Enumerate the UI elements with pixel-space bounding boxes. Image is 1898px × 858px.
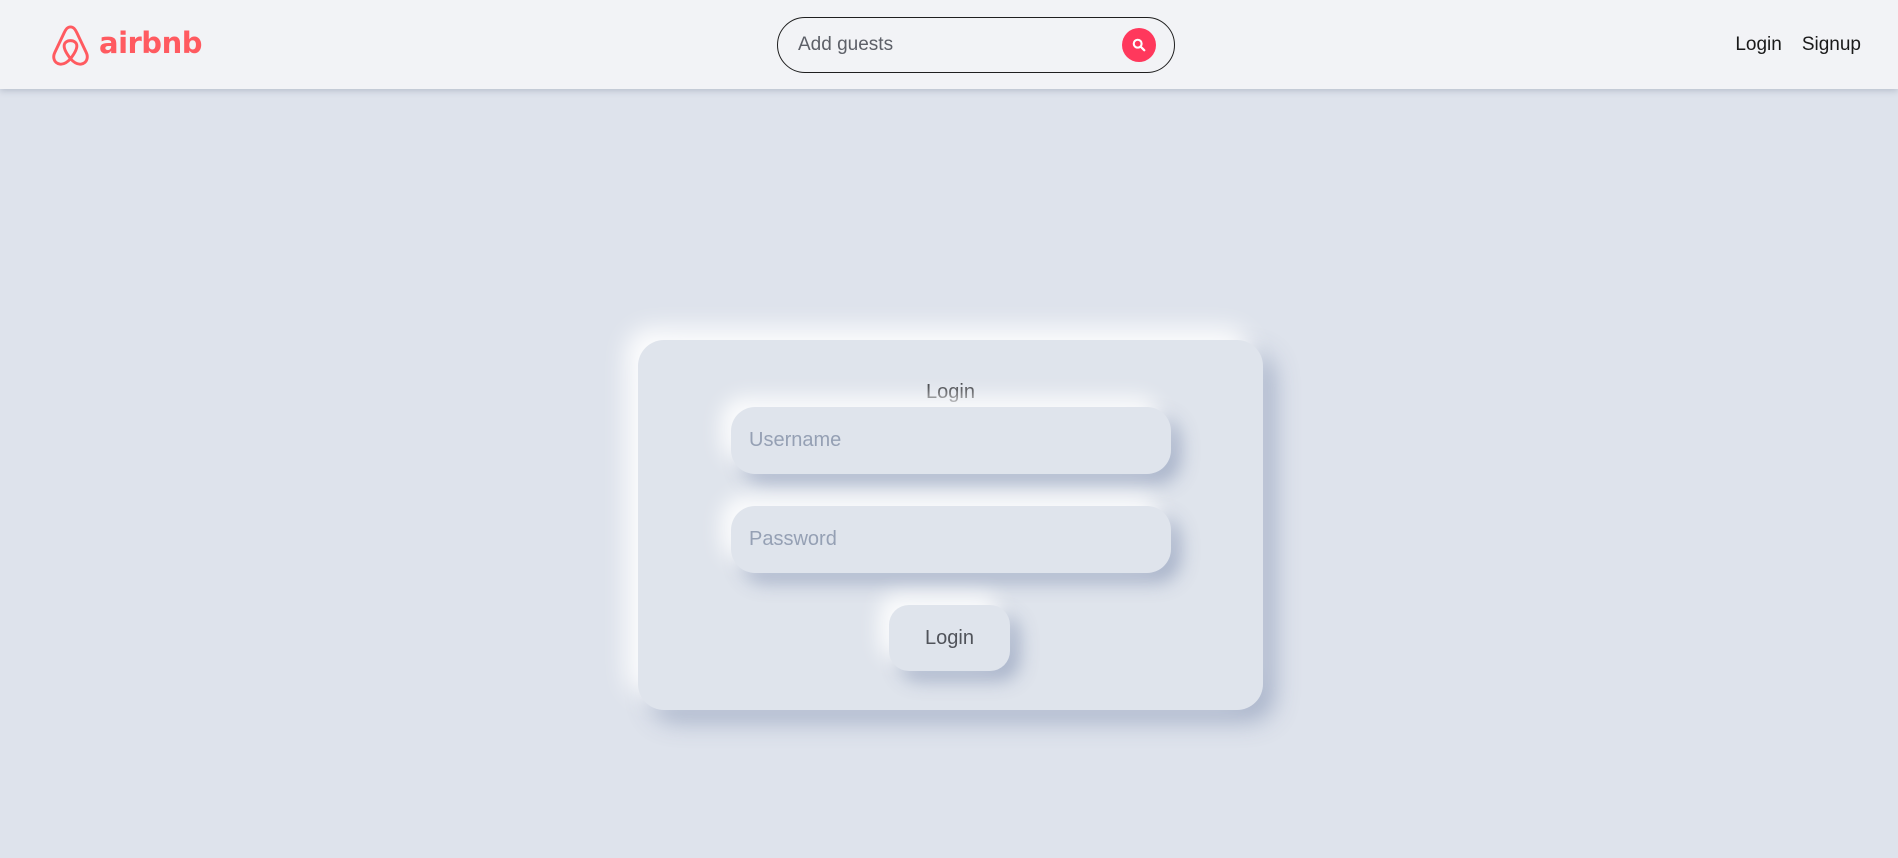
username-input[interactable] bbox=[731, 407, 1171, 474]
brand-name: airbnb bbox=[99, 26, 202, 60]
search-icon bbox=[1132, 38, 1146, 52]
search-bar bbox=[777, 17, 1175, 73]
nav-login-link[interactable]: Login bbox=[1735, 34, 1782, 57]
search-button[interactable] bbox=[1122, 28, 1156, 62]
login-card: Login Login bbox=[638, 340, 1263, 710]
login-submit-button[interactable]: Login bbox=[889, 605, 1010, 671]
brand-logo-link[interactable]: airbnb bbox=[49, 23, 202, 68]
guests-search-input[interactable] bbox=[798, 18, 1098, 71]
username-field-wrapper bbox=[731, 407, 1171, 474]
login-title: Login bbox=[926, 381, 975, 403]
header-nav: Login Signup bbox=[1735, 34, 1861, 57]
nav-signup-link[interactable]: Signup bbox=[1802, 34, 1861, 57]
password-field-wrapper bbox=[731, 506, 1171, 573]
navbar: airbnb Login Signup bbox=[0, 0, 1898, 89]
airbnb-logo-icon bbox=[52, 25, 89, 66]
password-input[interactable] bbox=[731, 506, 1171, 573]
